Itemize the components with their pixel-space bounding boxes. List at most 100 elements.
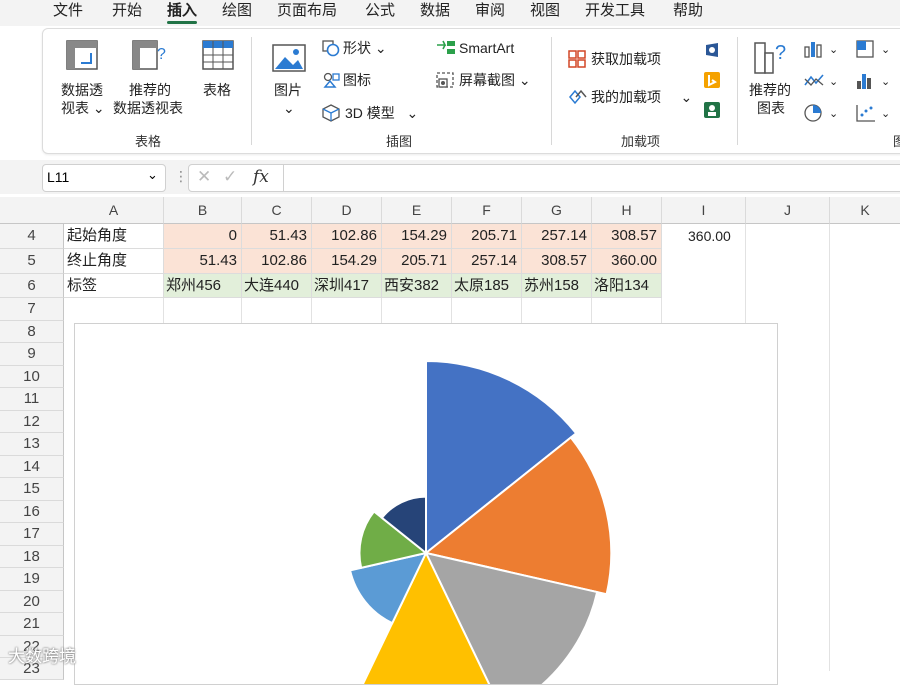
column-header-i[interactable]: I — [662, 197, 746, 224]
icons-button[interactable]: 图标 — [343, 71, 371, 89]
row-header-4[interactable]: 4 — [0, 224, 64, 249]
column-header-d[interactable]: D — [312, 197, 382, 224]
row-header-15[interactable]: 15 — [0, 478, 64, 501]
column-header-e[interactable]: E — [382, 197, 452, 224]
pictures-dropdown-icon[interactable]: ⌄ — [283, 99, 295, 117]
tab-page-layout[interactable]: 页面布局 — [277, 0, 337, 26]
chart-area[interactable] — [74, 323, 778, 689]
cell-a4[interactable]: 起始角度 — [64, 224, 164, 249]
row-header-11[interactable]: 11 — [0, 388, 64, 411]
row-header-5[interactable]: 5 — [0, 249, 64, 274]
row-header-8[interactable]: 8 — [0, 321, 64, 343]
column-header-k[interactable]: K — [830, 197, 900, 224]
cell-g6[interactable]: 苏州158 — [522, 274, 592, 298]
cell-d4[interactable]: 102.86 — [312, 224, 382, 249]
bing-maps-icon[interactable] — [703, 71, 721, 89]
people-graph-icon[interactable] — [703, 101, 721, 119]
table-button[interactable]: 表格 — [203, 81, 231, 99]
recommended-pivot-label-1[interactable]: 推荐的 — [129, 81, 171, 99]
row-header-6[interactable]: 6 — [0, 274, 64, 298]
name-box[interactable]: L11 ⌄ — [42, 164, 166, 192]
tab-developer[interactable]: 开发工具 — [585, 0, 645, 26]
tab-data[interactable]: 数据 — [420, 0, 450, 26]
pivot-table-button[interactable]: 视表 ⌄ — [61, 99, 105, 117]
smartart-button[interactable]: SmartArt — [459, 39, 514, 57]
scatter-chart-dropdown-icon[interactable]: ⌄ — [881, 105, 890, 123]
select-all-corner[interactable] — [0, 197, 65, 224]
statistic-chart-dropdown-icon[interactable]: ⌄ — [881, 73, 890, 91]
my-addins-button[interactable]: 我的加载项 ⌄ — [591, 88, 692, 106]
row-header-7[interactable]: 7 — [0, 298, 64, 321]
name-box-dropdown-icon[interactable]: ⌄ — [147, 167, 158, 183]
row-header-10[interactable]: 10 — [0, 366, 64, 388]
cell-f6[interactable]: 太原185 — [452, 274, 522, 298]
column-header-j[interactable]: J — [746, 197, 830, 224]
cell-a6[interactable]: 标签 — [64, 274, 164, 298]
column-chart-dropdown-icon[interactable]: ⌄ — [829, 41, 838, 59]
cell-a5[interactable]: 终止角度 — [64, 249, 164, 274]
cell-f5[interactable]: 257.14 — [452, 249, 522, 274]
cell-e6[interactable]: 西安382 — [382, 274, 452, 298]
tab-draw[interactable]: 绘图 — [222, 0, 252, 26]
cell-f4[interactable]: 205.71 — [452, 224, 522, 249]
visio-addin-icon[interactable] — [703, 41, 721, 59]
row-header-12[interactable]: 12 — [0, 411, 64, 433]
tab-review[interactable]: 审阅 — [475, 0, 505, 26]
cell-b6[interactable]: 郑州456 — [164, 274, 242, 298]
cell-g4[interactable]: 257.14 — [522, 224, 592, 249]
cell-i4[interactable]: 360.00 — [662, 224, 746, 249]
cell-b5[interactable]: 51.43 — [164, 249, 242, 274]
row-header-19[interactable]: 19 — [0, 568, 64, 591]
tab-insert[interactable]: 插入 — [167, 0, 198, 26]
recommended-charts-label-1[interactable]: 推荐的 — [749, 81, 791, 99]
row-header-21[interactable]: 21 — [0, 613, 64, 636]
column-header-g[interactable]: G — [522, 197, 592, 224]
table-icon — [202, 40, 234, 70]
cell-c5[interactable]: 102.86 — [242, 249, 312, 274]
column-header-b[interactable]: B — [164, 197, 242, 224]
hierarchy-chart-dropdown-icon[interactable]: ⌄ — [881, 41, 890, 59]
pivot-table-label-1[interactable]: 数据透 — [61, 81, 103, 99]
cell-e4[interactable]: 154.29 — [382, 224, 452, 249]
cell-g5[interactable]: 308.57 — [522, 249, 592, 274]
get-addins-button[interactable]: 获取加载项 — [591, 50, 661, 68]
line-chart-dropdown-icon[interactable]: ⌄ — [829, 73, 838, 91]
pie-chart-dropdown-icon[interactable]: ⌄ — [829, 105, 838, 123]
column-header-c[interactable]: C — [242, 197, 312, 224]
tab-home[interactable]: 开始 — [112, 0, 142, 26]
cell-h6[interactable]: 洛阳134 — [592, 274, 662, 298]
screenshot-button[interactable]: 屏幕截图 ⌄ — [459, 71, 531, 89]
enter-icon[interactable]: ✓ — [223, 167, 237, 187]
row-header-9[interactable]: 9 — [0, 343, 64, 366]
cell-d5[interactable]: 154.29 — [312, 249, 382, 274]
cell-e5[interactable]: 205.71 — [382, 249, 452, 274]
row-header-16[interactable]: 16 — [0, 501, 64, 523]
tab-formulas[interactable]: 公式 — [365, 0, 395, 26]
cell-c6[interactable]: 大连440 — [242, 274, 312, 298]
column-header-a[interactable]: A — [64, 197, 164, 224]
tab-file[interactable]: 文件 — [53, 0, 83, 26]
cell-c4[interactable]: 51.43 — [242, 224, 312, 249]
recommended-pivot-label-2[interactable]: 数据透视表 — [113, 99, 183, 117]
column-header-h[interactable]: H — [592, 197, 662, 224]
insert-function-button[interactable]: fx — [253, 167, 269, 187]
row-header-18[interactable]: 18 — [0, 546, 64, 568]
row-header-14[interactable]: 14 — [0, 456, 64, 478]
cell-b4[interactable]: 0 — [164, 224, 242, 249]
3d-models-button[interactable]: 3D 模型 ⌄ — [345, 104, 418, 122]
pictures-button[interactable]: 图片 — [274, 81, 302, 99]
column-header-f[interactable]: F — [452, 197, 522, 224]
screenshot-label: 屏幕截图 — [459, 72, 515, 88]
tab-help[interactable]: 帮助 — [673, 0, 703, 26]
tab-view[interactable]: 视图 — [530, 0, 560, 26]
cell-h5[interactable]: 360.00 — [592, 249, 662, 274]
cell-h4[interactable]: 308.57 — [592, 224, 662, 249]
row-header-20[interactable]: 20 — [0, 591, 64, 613]
shapes-button[interactable]: 形状 ⌄ — [343, 39, 387, 57]
row-header-13[interactable]: 13 — [0, 433, 64, 456]
formula-input[interactable] — [284, 164, 900, 192]
cell-d6[interactable]: 深圳417 — [312, 274, 382, 298]
row-header-17[interactable]: 17 — [0, 523, 64, 546]
cancel-icon[interactable]: ✕ — [197, 167, 211, 187]
recommended-charts-label-2[interactable]: 图表 — [757, 99, 785, 117]
